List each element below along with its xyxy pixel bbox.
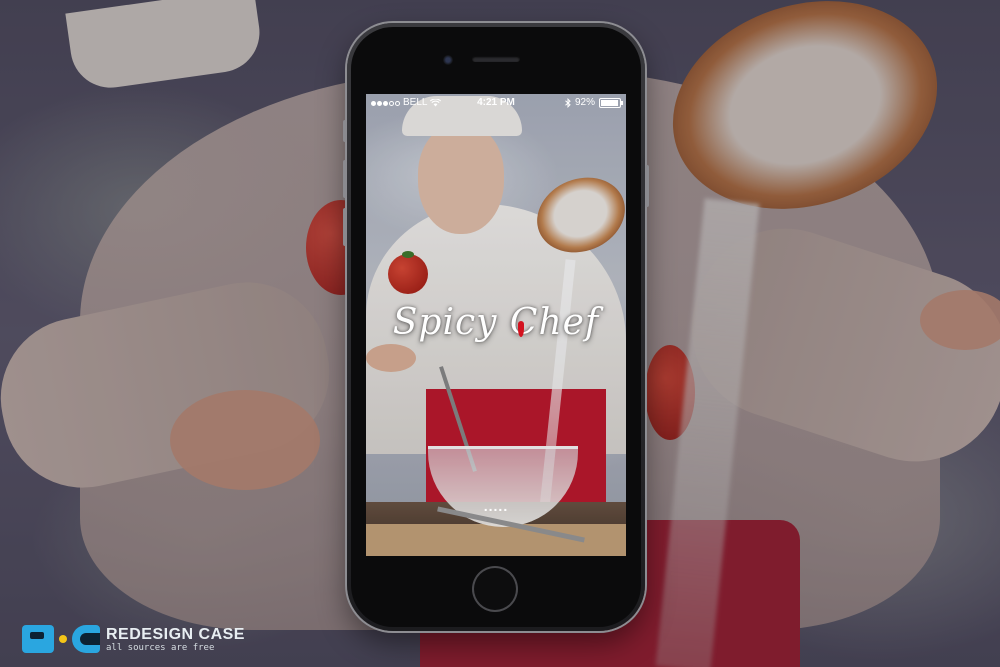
app-splash-screen: BELL 4:21 PM 92% Spicy Chef .....	[366, 94, 626, 556]
status-bar: BELL 4:21 PM 92%	[366, 94, 626, 112]
watermark-title: REDESIGN CASE	[106, 625, 245, 643]
rc-logo-icon	[22, 625, 100, 653]
battery-icon	[599, 98, 623, 108]
home-button[interactable]	[472, 566, 518, 612]
battery-percent: 92%	[574, 97, 595, 108]
rc-logo-c	[72, 625, 100, 653]
power-button[interactable]	[645, 165, 649, 207]
watermark-text: REDESIGN CASE all sources are free	[106, 626, 245, 653]
rc-logo-dot	[59, 635, 67, 643]
volume-up-button[interactable]	[343, 160, 347, 198]
mute-switch[interactable]	[343, 120, 347, 142]
earpiece-speaker	[472, 56, 520, 62]
redesign-case-watermark: REDESIGN CASE all sources are free	[22, 625, 245, 653]
rc-logo-r	[22, 625, 54, 653]
status-bar-right: 92%	[565, 94, 623, 112]
app-logo: Spicy Chef	[392, 302, 600, 343]
front-camera-icon	[443, 55, 453, 65]
volume-down-button[interactable]	[343, 208, 347, 246]
watermark-subtitle: all sources are free	[106, 642, 215, 653]
bluetooth-icon	[565, 98, 571, 108]
chili-pepper-icon	[518, 321, 524, 337]
loading-indicator: .....	[483, 498, 509, 514]
